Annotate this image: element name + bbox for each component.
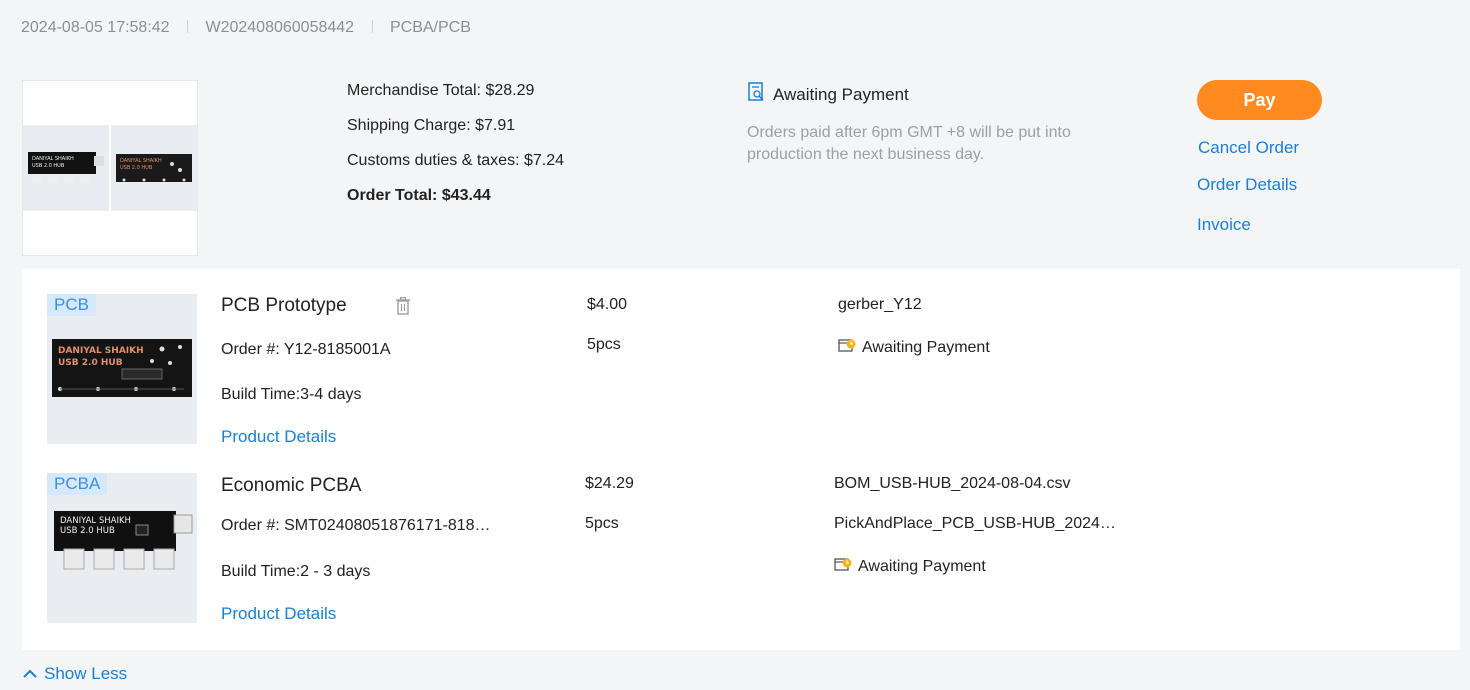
thumbnail-pcba-image: DANIYAL SHAIKH USB 2.0 HUB — [23, 125, 109, 211]
divider — [371, 20, 373, 33]
order-datetime: 2024-08-05 17:58:42 — [21, 19, 170, 36]
board-label-line-2: USB 2.0 HUB — [58, 358, 123, 368]
pcb-price: $4.00 — [587, 296, 628, 313]
svg-text:DANIYAL SHAIKH: DANIYAL SHAIKH — [120, 158, 162, 164]
order-thumbnail[interactable]: DANIYAL SHAIKH USB 2.0 HUB DANIYAL SHAIK… — [22, 80, 198, 256]
pcb-product-details-link[interactable]: Product Details — [221, 427, 336, 447]
product-type-tag: PCB — [47, 294, 96, 316]
pcb-build-time: Build Time:3-4 days — [221, 386, 362, 403]
order-number: W202408060058442 — [205, 19, 355, 36]
pcba-status: Awaiting Payment — [834, 556, 986, 577]
pending-document-icon — [748, 82, 765, 107]
svg-text:DANIYAL SHAIKH: DANIYAL SHAIKH — [32, 156, 74, 162]
board-label-line-1: DANIYAL SHAIKH — [60, 516, 131, 526]
pcb-product-image[interactable]: PCB DANIYAL SHAIKH USB 2.0 HUB — [47, 294, 197, 444]
cancel-order-link[interactable]: Cancel Order — [1198, 138, 1299, 158]
pcba-product-details-link[interactable]: Product Details — [221, 604, 336, 624]
pcba-product-image[interactable]: PCBA DANIYAL SHAIKH USB 2.0 HUB — [47, 473, 197, 623]
pcb-board-image: DANIYAL SHAIKH USB 2.0 HUB — [52, 339, 192, 397]
production-note: Orders paid after 6pm GMT +8 will be put… — [747, 124, 1071, 163]
pcba-price: $24.29 — [585, 475, 634, 492]
pcba-build-time: Build Time:2 - 3 days — [221, 563, 371, 580]
customs-duties: Customs duties & taxes: $7.24 — [347, 152, 564, 169]
pcb-gerber-file[interactable]: gerber_Y12 — [838, 296, 922, 314]
pcba-item-title: Economic PCBA — [221, 475, 362, 496]
order-details-link[interactable]: Order Details — [1197, 175, 1297, 195]
pcb-item-title: PCB Prototype — [221, 295, 347, 316]
pcba-board-image: DANIYAL SHAIKH USB 2.0 HUB — [54, 511, 193, 570]
svg-text:USB 2.0 HUB: USB 2.0 HUB — [32, 163, 65, 169]
board-label-line-2: USB 2.0 HUB — [60, 526, 115, 536]
show-less-toggle[interactable]: Show Less — [22, 664, 127, 684]
show-less-label: Show Less — [44, 664, 128, 683]
order-meta: 2024-08-05 17:58:42 W202408060058442 PCB… — [21, 19, 471, 37]
pay-button[interactable]: Pay — [1197, 80, 1322, 120]
delete-icon[interactable] — [395, 297, 411, 320]
pcb-status: Awaiting Payment — [838, 337, 990, 358]
pcba-order-number: Order #: SMT02408051876171-818… — [221, 517, 491, 534]
order-status-label: Awaiting Payment — [773, 84, 909, 104]
divider — [187, 20, 189, 33]
order-status: Awaiting Payment — [748, 82, 909, 107]
merchandise-total: Merchandise Total: $28.29 — [347, 82, 535, 99]
svg-text:USB 2.0 HUB: USB 2.0 HUB — [120, 165, 153, 171]
pcb-status-label: Awaiting Payment — [862, 338, 990, 356]
awaiting-payment-icon — [834, 556, 853, 577]
pcba-status-label: Awaiting Payment — [858, 557, 986, 575]
pcba-bom-file[interactable]: BOM_USB-HUB_2024-08-04.csv — [834, 475, 1071, 493]
pcba-pick-and-place-file[interactable]: PickAndPlace_PCB_USB-HUB_2024… — [834, 515, 1154, 533]
thumbnail-pcb-image: DANIYAL SHAIKH USB 2.0 HUB — [111, 125, 197, 211]
order-total: Order Total: $43.44 — [347, 187, 491, 204]
pcba-quantity: 5pcs — [585, 515, 619, 532]
invoice-link[interactable]: Invoice — [1197, 215, 1251, 235]
pcb-order-number: Order #: Y12-8185001A — [221, 341, 391, 358]
awaiting-payment-icon — [838, 337, 857, 358]
board-label-line-1: DANIYAL SHAIKH — [58, 346, 144, 356]
pcb-quantity: 5pcs — [587, 336, 621, 353]
product-type-tag: PCBA — [47, 473, 108, 495]
order-type: PCBA/PCB — [389, 19, 471, 36]
order-items-panel — [22, 269, 1460, 650]
chevron-up-icon — [22, 664, 38, 684]
shipping-charge: Shipping Charge: $7.91 — [347, 117, 516, 134]
